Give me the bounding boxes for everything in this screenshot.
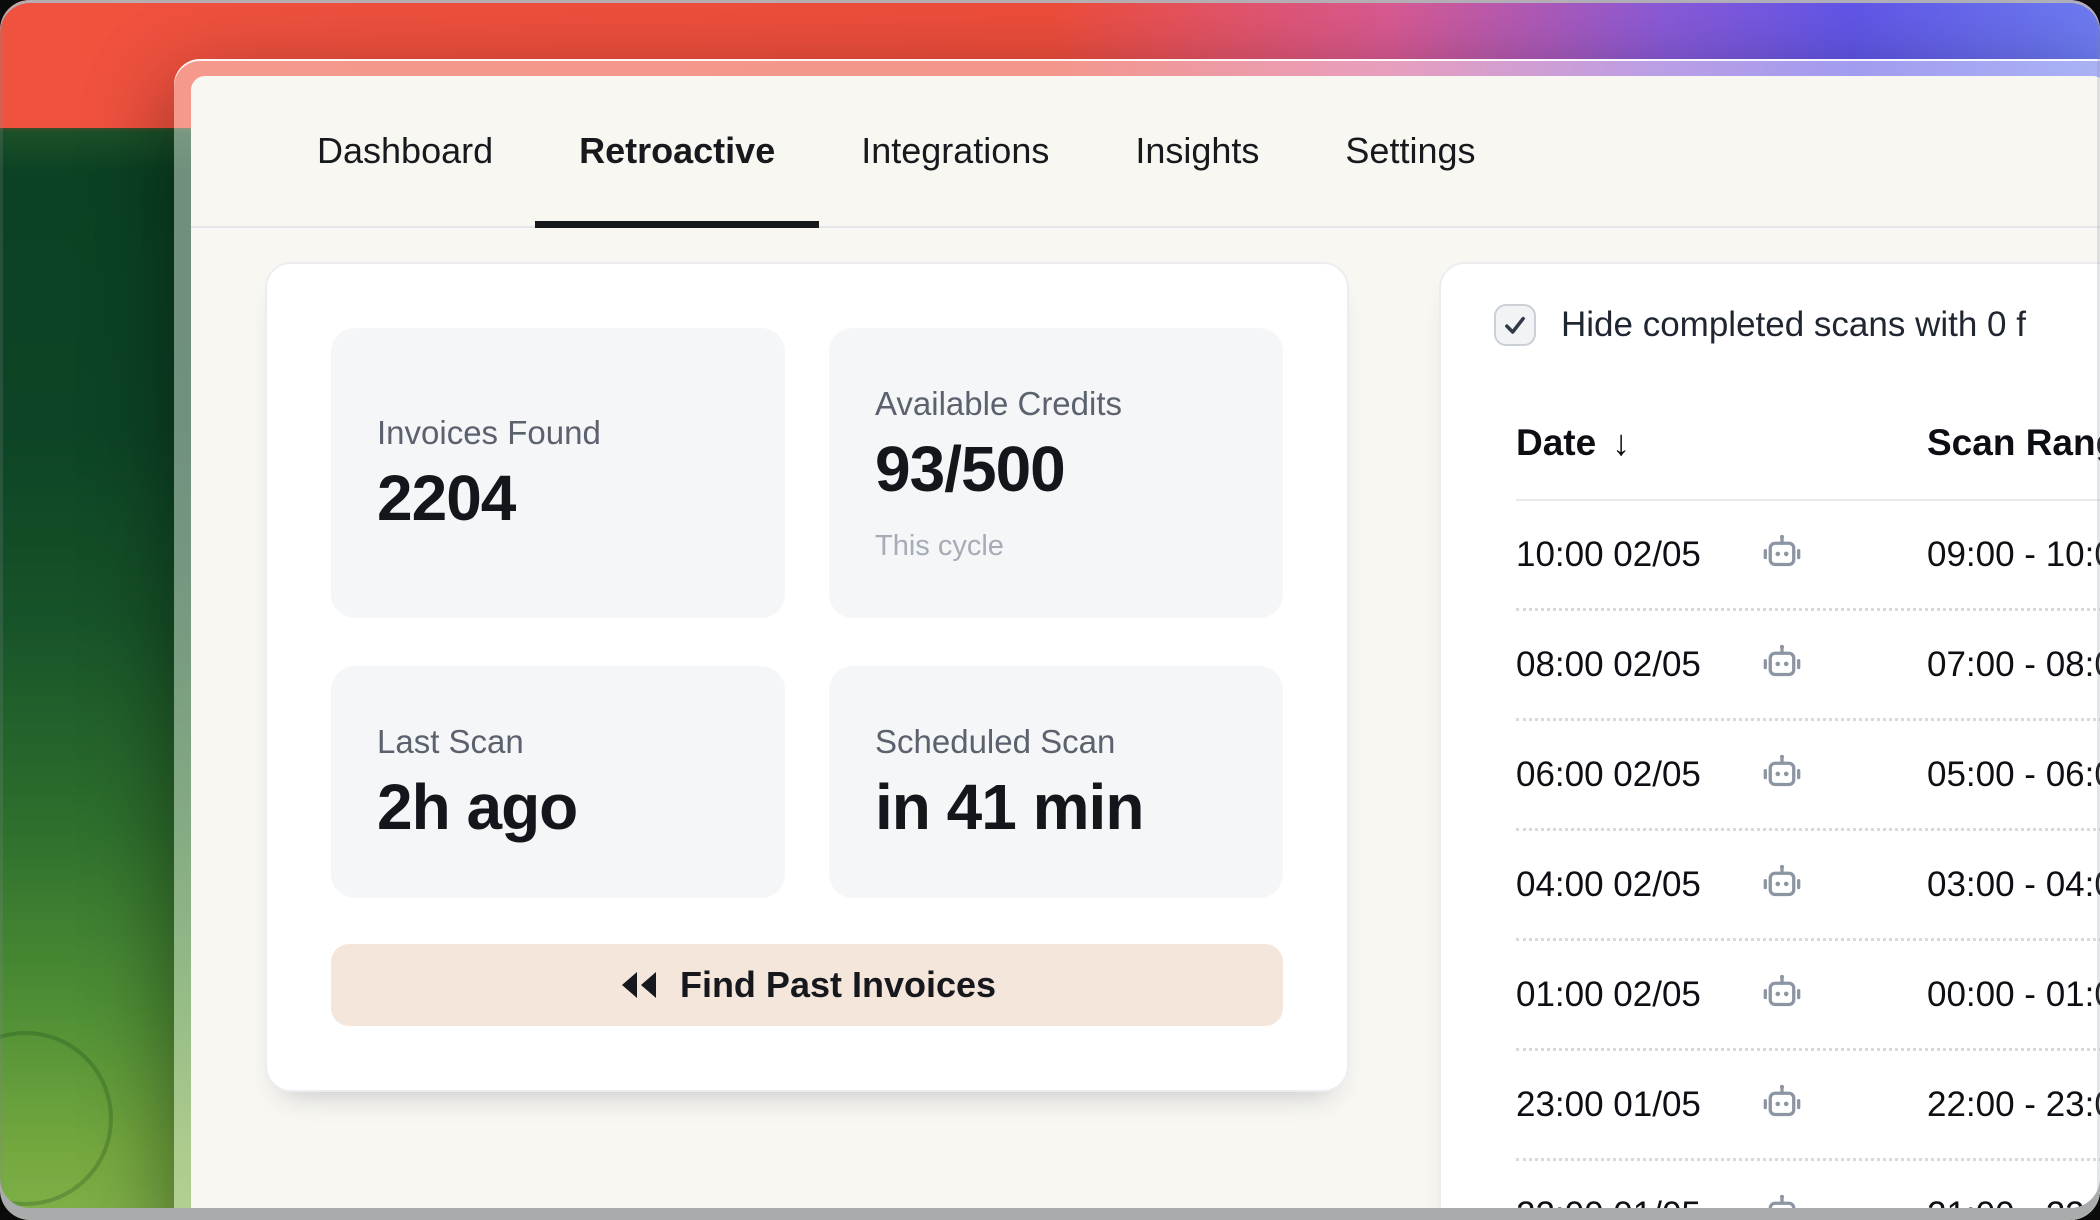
table-row[interactable]: 08:00 02/05 07:00 - 08:00 (1516, 611, 2100, 721)
stat-label: Last Scan (377, 721, 739, 764)
wallpaper-circle-decoration (0, 1031, 113, 1206)
date-cell: 04:00 02/05 (1516, 865, 1760, 905)
content-area: Invoices Found 2204 Available Credits 93… (191, 228, 2100, 1220)
stats-grid: Invoices Found 2204 Available Credits 93… (331, 328, 1283, 898)
table-row[interactable]: 23:00 01/05 22:00 - 23:00 (1516, 1051, 2100, 1161)
range-cell: 21:00 - 22:00 (1927, 1195, 2100, 1220)
find-past-invoices-button[interactable]: Find Past Invoices (331, 944, 1283, 1026)
column-header-scan-range: Scan Range (1927, 422, 2100, 464)
stat-label: Available Credits (875, 383, 1237, 426)
range-cell: 09:00 - 10:00 (1927, 535, 2100, 575)
stat-card-available-credits: Available Credits 93/500 This cycle (829, 328, 1283, 618)
stat-value: in 41 min (875, 772, 1237, 844)
filter-label[interactable]: Hide completed scans with 0 f (1561, 305, 2026, 345)
tabbar: Dashboard Retroactive Integrations Insig… (191, 76, 2100, 228)
table-row[interactable]: 06:00 02/05 05:00 - 06:00 (1516, 721, 2100, 831)
date-cell: 01:00 02/05 (1516, 975, 1760, 1015)
table-row[interactable]: 22:00 01/05 21:00 - 22:00 (1516, 1161, 2100, 1220)
robot-icon (1760, 1193, 1804, 1220)
range-cell: 05:00 - 06:00 (1927, 755, 2100, 795)
stat-value: 93/500 (875, 434, 1237, 506)
hide-completed-checkbox[interactable] (1494, 304, 1536, 346)
scans-table: Date ↓ Scan Range 10:00 02/05 0 (1516, 387, 2100, 1220)
screen: Dashboard Retroactive Integrations Insig… (0, 0, 2100, 1220)
range-cell: 22:00 - 23:00 (1927, 1085, 2100, 1125)
tab-insights[interactable]: Insights (1135, 76, 1259, 226)
tab-settings[interactable]: Settings (1345, 76, 1475, 226)
tab-retroactive[interactable]: Retroactive (579, 76, 775, 226)
tab-integrations[interactable]: Integrations (861, 76, 1049, 226)
date-cell: 06:00 02/05 (1516, 755, 1760, 795)
scans-panel: Hide completed scans with 0 f Date ↓ Sca… (1439, 262, 2100, 1220)
app-window-content: Dashboard Retroactive Integrations Insig… (191, 76, 2100, 1220)
table-header: Date ↓ Scan Range (1516, 387, 2100, 501)
stat-label: Invoices Found (377, 412, 739, 455)
column-header-date[interactable]: Date ↓ (1516, 422, 1927, 464)
robot-icon (1760, 863, 1804, 907)
range-cell: 00:00 - 01:00 (1927, 975, 2100, 1015)
table-row[interactable]: 10:00 02/05 09:00 - 10:00 (1516, 501, 2100, 611)
table-row[interactable]: 04:00 02/05 03:00 - 04:00 (1516, 831, 2100, 941)
stat-card-invoices-found: Invoices Found 2204 (331, 328, 785, 618)
stat-card-scheduled-scan: Scheduled Scan in 41 min (829, 666, 1283, 898)
app-window: Dashboard Retroactive Integrations Insig… (174, 59, 2100, 1220)
sort-desc-icon: ↓ (1612, 422, 1630, 464)
rewind-icon (618, 969, 660, 1001)
range-cell: 07:00 - 08:00 (1927, 645, 2100, 685)
tab-dashboard[interactable]: Dashboard (317, 76, 493, 226)
robot-icon (1760, 1083, 1804, 1127)
robot-icon (1760, 643, 1804, 687)
table-row[interactable]: 01:00 02/05 00:00 - 01:00 (1516, 941, 2100, 1051)
filter-row: Hide completed scans with 0 f (1494, 304, 2100, 346)
date-cell: 08:00 02/05 (1516, 645, 1760, 685)
robot-icon (1760, 973, 1804, 1017)
robot-icon (1760, 753, 1804, 797)
stat-subtext: This cycle (875, 530, 1237, 563)
date-cell: 10:00 02/05 (1516, 535, 1760, 575)
stat-value: 2204 (377, 463, 739, 535)
checkmark-icon (1501, 311, 1529, 339)
stat-value: 2h ago (377, 772, 739, 844)
date-cell: 23:00 01/05 (1516, 1085, 1760, 1125)
stats-panel: Invoices Found 2204 Available Credits 93… (265, 262, 1349, 1092)
range-cell: 03:00 - 04:00 (1927, 865, 2100, 905)
date-cell: 22:00 01/05 (1516, 1195, 1760, 1220)
stat-label: Scheduled Scan (875, 721, 1237, 764)
stat-card-last-scan: Last Scan 2h ago (331, 666, 785, 898)
robot-icon (1760, 533, 1804, 577)
table-body: 10:00 02/05 09:00 - 10:00 08:00 02/05 07… (1516, 501, 2100, 1220)
